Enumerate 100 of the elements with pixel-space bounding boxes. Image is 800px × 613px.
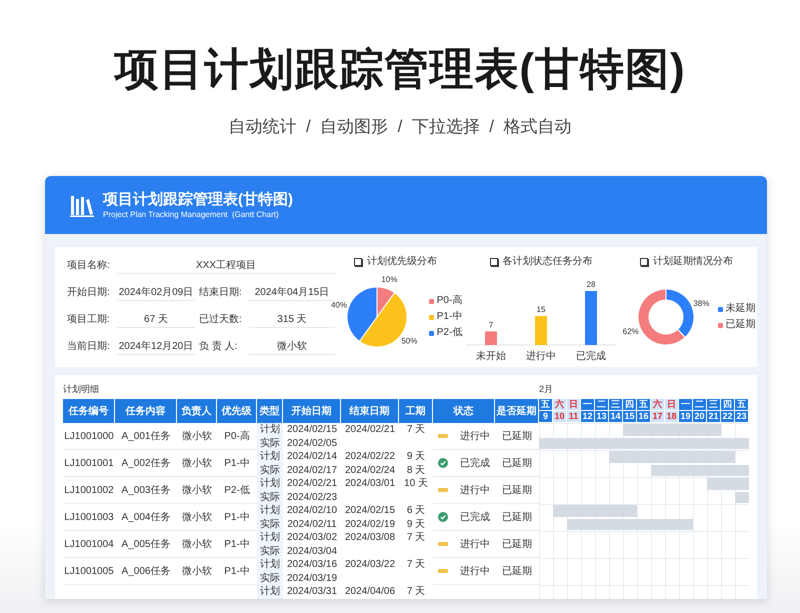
start-date: 2024/02/05: [286, 438, 338, 448]
field-value: 2024年02月09日: [117, 286, 195, 301]
dash-icon: [438, 569, 448, 573]
field-value: 67 天: [117, 313, 195, 328]
start-date: 2024/02/23: [286, 492, 338, 502]
plan-bar: [707, 478, 749, 490]
weekday-header: 日: [665, 399, 679, 411]
end-date: 2024/03/08: [344, 532, 396, 543]
date-header: 15: [623, 411, 637, 423]
duration: 7 天: [406, 424, 426, 435]
column-header: 任务内容: [115, 399, 177, 423]
weekday-header: 五: [637, 399, 651, 411]
start-date: 2024/02/11: [287, 518, 337, 530]
priority-label: P1-中: [224, 564, 250, 578]
field-value: 微小软: [249, 340, 335, 355]
column-header: 工期: [399, 399, 433, 423]
category-label: 已完成: [576, 351, 606, 362]
field-label: 项目名称:: [67, 259, 111, 273]
owner-name: 微小软: [182, 510, 212, 524]
type-label: 计划: [260, 424, 280, 435]
delay-label: 已延期: [502, 430, 532, 443]
page-title: 项目计划跟踪管理表(甘特图): [114, 44, 686, 96]
header-title: 项目计划跟踪管理表(甘特图): [103, 190, 293, 208]
duration: 7 天: [406, 559, 426, 570]
field-label: 结束日期:: [199, 286, 243, 300]
type-label: 计划: [260, 586, 280, 597]
column-header: 开始日期: [283, 399, 341, 423]
type-label: 实际: [260, 572, 280, 584]
delay-label: 已延期: [502, 456, 532, 470]
status-label: 进行中: [460, 538, 490, 551]
chart-title: 计划优先级分布: [367, 255, 437, 269]
priority-label: P1-中: [224, 456, 250, 470]
delay-label: 已延期: [502, 484, 532, 497]
end-date: 2024/02/22: [344, 451, 396, 462]
type-label: 计划: [260, 478, 280, 489]
legend-label: P1-中: [436, 311, 462, 323]
duration: 7 天: [406, 586, 426, 597]
date-header: 16: [637, 411, 651, 423]
weekday-header: 六: [651, 399, 665, 411]
type-label: 实际: [260, 464, 280, 476]
data-label: 62%: [622, 327, 638, 336]
task-name: A_005任务: [122, 538, 170, 551]
task-name: A_002任务: [122, 457, 170, 470]
column-header: 结束日期: [341, 399, 399, 423]
legend-label: 未延期: [726, 303, 756, 315]
legend-label: P2-低: [436, 327, 462, 339]
legend-label: 已延期: [726, 319, 756, 331]
column-header: 类型: [257, 399, 283, 423]
weekday-header: 二: [595, 399, 609, 411]
actual-bar: [735, 492, 749, 503]
weekday-header: 一: [679, 399, 693, 411]
start-date: 2024/03/31: [286, 586, 338, 597]
start-date: 2024/02/14: [286, 451, 338, 462]
field-label: 负 责 人:: [199, 340, 238, 354]
task-name: A_003任务: [122, 484, 170, 497]
date-header: 10: [553, 411, 567, 423]
duration: 9 天: [406, 451, 426, 462]
duration: 9 天: [406, 518, 426, 530]
end-date: 2024/04/06: [344, 586, 396, 597]
delay-label: 已延期: [502, 510, 532, 524]
data-label: 50%: [401, 336, 418, 346]
check-circle-icon: [438, 512, 448, 522]
priority-label: P0-高: [224, 430, 250, 443]
owner-name: 微小软: [182, 484, 212, 497]
weekday-header: 六: [553, 399, 567, 411]
status-label: 进行中: [460, 564, 490, 578]
delay-label: 已延期: [502, 538, 532, 551]
column-header: 状态: [433, 399, 495, 423]
task-id: LJ1001004: [64, 538, 114, 550]
date-header: 23: [735, 411, 749, 423]
start-date: 2024/02/10: [286, 505, 338, 516]
weekday-header: 五: [539, 399, 553, 411]
priority-label: P1-中: [224, 510, 250, 524]
square-icon: [354, 258, 362, 266]
type-label: 实际: [260, 438, 280, 448]
weekday-header: 四: [623, 399, 637, 411]
date-header: 19: [679, 411, 693, 423]
data-label: 7: [488, 320, 494, 330]
field-label: 项目工期:: [67, 313, 111, 327]
end-date: 2024/03/01: [344, 478, 396, 489]
type-label: 计划: [260, 532, 280, 543]
square-icon: [640, 258, 648, 266]
type-label: 计划: [260, 505, 280, 516]
start-date: 2024/02/21: [286, 478, 338, 489]
legend-label: P0-高: [436, 295, 462, 307]
start-date: 2024/03/19: [286, 572, 338, 584]
dash-icon: [438, 542, 448, 546]
weekday-header: 五: [735, 399, 749, 411]
task-name: A_001任务: [122, 430, 170, 443]
column-header: 优先级: [217, 399, 257, 423]
task-id: LJ1001001: [64, 458, 114, 468]
status-label: 进行中: [460, 484, 490, 497]
owner-name: 微小软: [182, 456, 212, 470]
square-icon: [490, 258, 498, 266]
status-label: 已完成: [460, 456, 490, 470]
type-label: 实际: [260, 492, 280, 502]
header-subtitle: Project Plan Tracking Management (Gantt Chart): [103, 208, 280, 220]
data-label: 10%: [381, 274, 398, 284]
type-label: 计划: [260, 451, 280, 462]
field-label: 当前日期:: [67, 340, 111, 354]
